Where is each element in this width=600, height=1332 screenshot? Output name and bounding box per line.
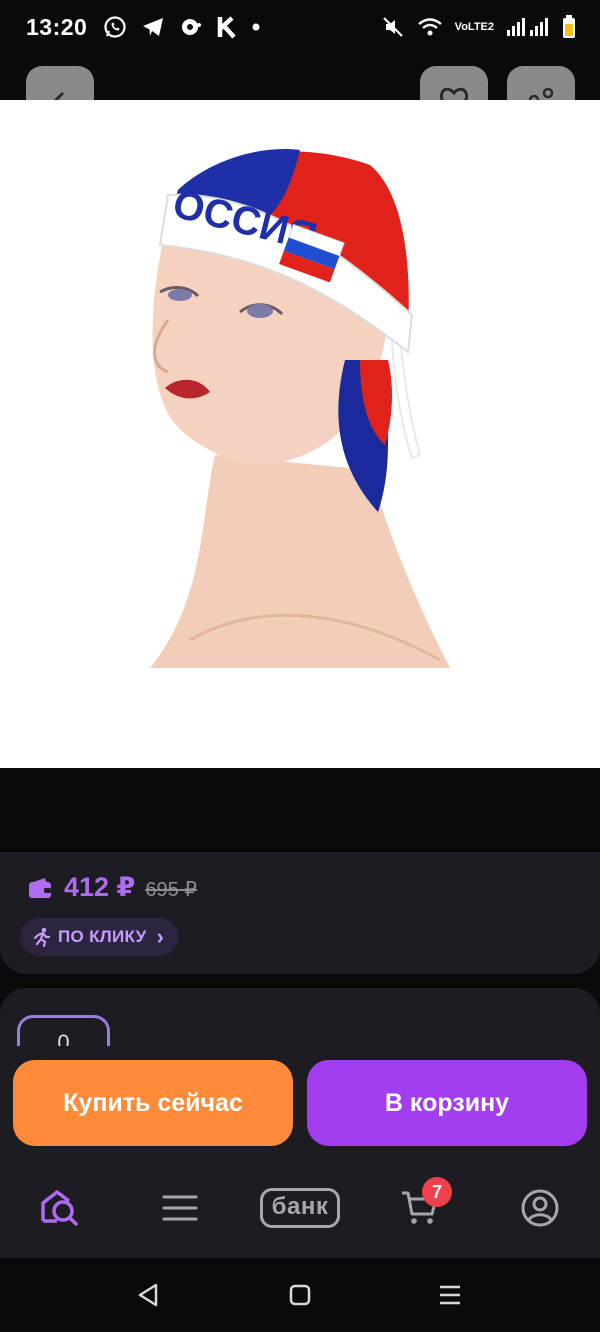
nav-back-button[interactable] [128,1275,168,1315]
promo-by-click-chip[interactable]: ПО КЛИКУ › [20,918,179,956]
nav-home-icon [289,1284,311,1306]
tab-home-search[interactable] [30,1178,90,1238]
battery-icon [562,15,576,39]
signal-icon [506,17,550,37]
bank-label: банк [259,1188,341,1228]
buy-now-button[interactable]: Купить сейчас [13,1060,293,1146]
add-to-cart-button[interactable]: В корзину [307,1060,587,1146]
old-price: 695 ₽ [145,879,197,901]
mute-icon [381,15,405,39]
volte-line1: Vo [454,21,468,33]
product-image[interactable]: ОССИЯ [0,100,600,768]
status-right: Vo LTE2 [381,15,576,39]
volte-indicator: Vo LTE2 [454,21,494,33]
podcast-icon [179,16,203,38]
volte-line2: LTE2 [467,21,494,33]
wallet-icon [28,877,52,904]
nav-recents-button[interactable] [430,1275,470,1315]
chevron-right-icon: › [156,924,165,949]
wifi-icon [417,16,443,38]
whatsapp-icon [103,15,127,39]
bandana-mannequin-image: ОССИЯ [150,149,450,668]
cart-count-badge: 7 [422,1177,452,1207]
price-row: 412 ₽ 695 ₽ [64,872,197,903]
nav-home-button[interactable] [280,1275,320,1315]
current-price: 412 ₽ [64,872,136,902]
promo-label: ПО КЛИКУ [58,927,147,946]
tab-catalog[interactable] [150,1178,210,1238]
running-man-icon [33,927,51,947]
nav-recents-icon [440,1285,460,1305]
menu-icon [162,1195,198,1221]
telegram-icon [141,16,165,38]
dot-icon [251,22,261,32]
screen: 13:20 Vo LTE2 ОССИЯ 412 ₽ 695 ₽ ПО КЛИКУ… [0,0,600,1332]
status-app-icons [103,15,261,39]
status-bar: 13:20 Vo LTE2 [0,0,600,54]
status-time: 13:20 [26,13,88,40]
tab-bank[interactable]: банк [254,1178,346,1238]
tab-profile[interactable] [510,1178,570,1238]
nav-back-icon [138,1283,158,1307]
home-search-icon [41,1190,78,1226]
profile-icon [521,1189,559,1227]
k-app-icon [217,15,237,39]
